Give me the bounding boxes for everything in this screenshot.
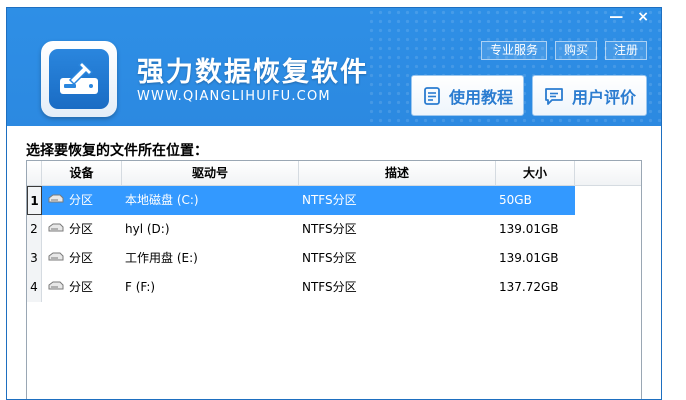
device-cell: 分区 <box>42 273 122 302</box>
device-label: 分区 <box>69 280 94 294</box>
description-cell: NTFS分区 <box>302 251 357 265</box>
column-header-description[interactable]: 描述 <box>299 161 496 185</box>
device-label: 分区 <box>69 222 94 236</box>
disk-icon <box>47 273 65 302</box>
description-cell: NTFS分区 <box>302 222 357 236</box>
drive-cell: 工作用盘 (E:) <box>125 251 198 265</box>
size-cell: 137.72GB <box>499 280 559 294</box>
close-button[interactable]: × <box>637 10 649 24</box>
drive-cell: hyl (D:) <box>125 222 170 236</box>
main-content: 选择要恢复的文件所在位置： 设备 驱动号 描述 大小 1 分区 本地磁盘 (C:… <box>7 126 661 399</box>
tutorial-label: 使用教程 <box>448 87 513 107</box>
size-cell: 139.01GB <box>499 222 559 236</box>
chat-icon <box>543 86 565 106</box>
row-filler <box>575 186 641 215</box>
table-row[interactable]: 4 分区 F (F:) NTFS分区 137.72GB <box>27 273 641 302</box>
table-header: 设备 驱动号 描述 大小 <box>27 161 641 186</box>
disk-icon <box>47 215 65 244</box>
book-icon <box>422 86 442 106</box>
device-label: 分区 <box>69 251 94 265</box>
app-logo <box>41 41 117 117</box>
register-link[interactable]: 注册 <box>604 41 647 60</box>
minimize-button[interactable]: — <box>609 10 623 24</box>
app-window: — × 强力数据恢复软件 WWW.QIANGLIHUIFU.COM 专业服务 购… <box>6 7 662 400</box>
row-number: 2 <box>27 215 42 244</box>
row-number: 3 <box>27 244 42 273</box>
device-cell: 分区 <box>42 244 122 273</box>
location-prompt: 选择要恢复的文件所在位置： <box>26 143 208 159</box>
row-number: 4 <box>27 273 42 302</box>
table-row[interactable]: 2 分区 hyl (D:) NTFS分区 139.01GB <box>27 215 641 244</box>
app-url: WWW.QIANGLIHUIFU.COM <box>137 89 331 104</box>
header-buttons: 使用教程 用户评价 <box>410 75 647 116</box>
description-cell: NTFS分区 <box>302 280 357 294</box>
device-cell: 分区 <box>42 215 122 244</box>
buy-link[interactable]: 购买 <box>554 41 597 60</box>
device-label: 分区 <box>69 193 94 207</box>
row-filler <box>575 273 641 302</box>
window-controls: — × <box>609 10 649 24</box>
table-row[interactable]: 1 分区 本地磁盘 (C:) NTFS分区 50GB <box>27 186 641 215</box>
device-cell: 分区 <box>42 186 122 215</box>
hard-drive-wrench-icon <box>49 49 109 109</box>
description-cell: NTFS分区 <box>299 186 496 215</box>
pro-service-link[interactable]: 专业服务 <box>480 41 547 60</box>
size-cell: 50GB <box>496 186 575 215</box>
table-row[interactable]: 3 分区 工作用盘 (E:) NTFS分区 139.01GB <box>27 244 641 273</box>
column-header-size[interactable]: 大小 <box>496 161 575 185</box>
tutorial-button[interactable]: 使用教程 <box>410 75 524 116</box>
size-cell: 139.01GB <box>499 251 559 265</box>
disk-icon <box>47 186 65 215</box>
row-number: 1 <box>27 186 42 215</box>
row-filler <box>575 215 641 244</box>
user-review-button[interactable]: 用户评价 <box>531 75 647 116</box>
column-header-device[interactable]: 设备 <box>42 161 122 185</box>
drive-cell: F (F:) <box>125 280 156 294</box>
row-filler <box>575 244 641 273</box>
column-header-filler <box>575 161 641 185</box>
partition-table: 设备 驱动号 描述 大小 1 分区 本地磁盘 (C:) NTFS分区 50GB <box>26 160 642 399</box>
app-title: 强力数据恢复软件 <box>137 57 369 88</box>
column-header-drive[interactable]: 驱动号 <box>122 161 299 185</box>
user-review-label: 用户评价 <box>571 87 636 107</box>
drive-cell: 本地磁盘 (C:) <box>122 186 299 215</box>
disk-icon <box>47 244 65 273</box>
row-number-header <box>27 161 42 185</box>
top-links: 专业服务 购买 注册 <box>480 41 647 60</box>
